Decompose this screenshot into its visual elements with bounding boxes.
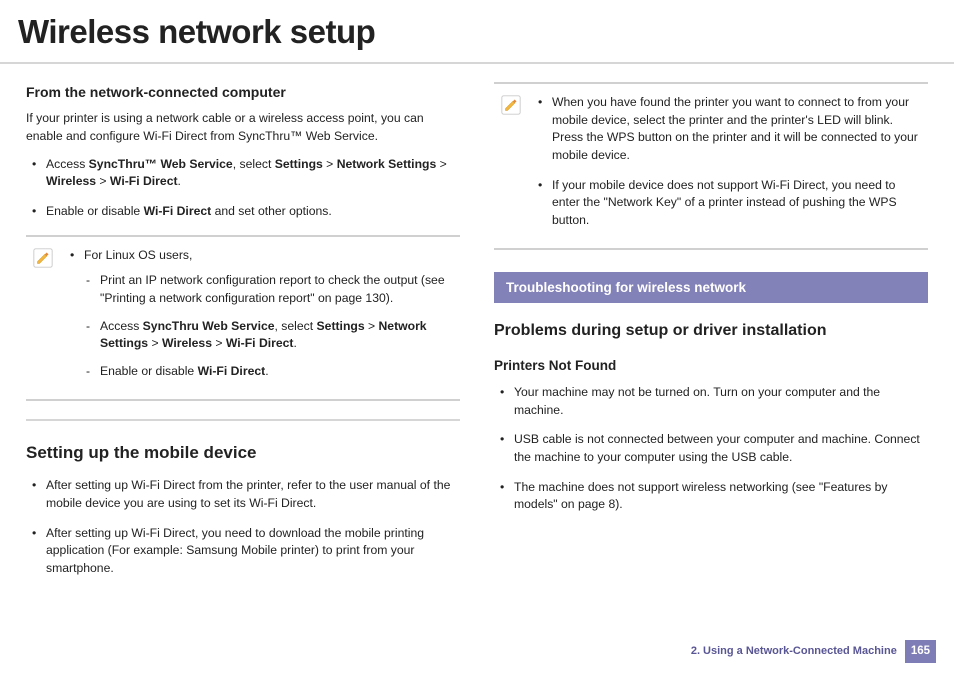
text: For Linux OS users, bbox=[84, 248, 192, 262]
pencil-note-icon bbox=[32, 247, 54, 269]
page-number: 165 bbox=[905, 640, 936, 663]
text: Access bbox=[100, 319, 143, 333]
text: Enable or disable bbox=[46, 204, 144, 218]
note-box-linux: For Linux OS users, Print an IP network … bbox=[26, 235, 460, 401]
text: > bbox=[436, 157, 447, 171]
list-item: When you have found the printer you want… bbox=[532, 94, 922, 165]
list-item: Access SyncThru™ Web Service, select Set… bbox=[26, 156, 460, 191]
text: > bbox=[365, 319, 379, 333]
text: , select bbox=[275, 319, 317, 333]
text-bold: Settings bbox=[275, 157, 323, 171]
list-item: Print an IP network configuration report… bbox=[84, 272, 454, 307]
problems-list: Your machine may not be turned on. Turn … bbox=[494, 384, 928, 514]
text: and set other options. bbox=[211, 204, 332, 218]
text: > bbox=[148, 336, 162, 350]
content-columns: From the network-connected computer If y… bbox=[0, 64, 954, 590]
list-item: The machine does not support wireless ne… bbox=[494, 479, 928, 514]
list-item: For Linux OS users, Print an IP network … bbox=[64, 247, 454, 381]
text: > bbox=[212, 336, 226, 350]
heading-printers-not-found: Printers Not Found bbox=[494, 356, 928, 376]
note-content: For Linux OS users, Print an IP network … bbox=[64, 247, 454, 393]
heading-problems: Problems during setup or driver installa… bbox=[494, 319, 928, 342]
text-bold: Wireless bbox=[46, 174, 96, 188]
text: > bbox=[323, 157, 337, 171]
steps-list: Access SyncThru™ Web Service, select Set… bbox=[26, 156, 460, 221]
list-item: USB cable is not connected between your … bbox=[494, 431, 928, 466]
right-column: When you have found the printer you want… bbox=[494, 82, 928, 590]
note-box-mobile: When you have found the printer you want… bbox=[494, 82, 928, 250]
list-item: After setting up Wi-Fi Direct, you need … bbox=[26, 525, 460, 578]
text: . bbox=[294, 336, 297, 350]
text-bold: Wi-Fi Direct bbox=[110, 174, 178, 188]
page-title: Wireless network setup bbox=[0, 0, 954, 64]
text: . bbox=[178, 174, 181, 188]
chapter-label: 2. Using a Network-Connected Machine bbox=[691, 644, 897, 660]
list-item: Access SyncThru Web Service, select Sett… bbox=[84, 318, 454, 353]
text-bold: Wireless bbox=[162, 336, 212, 350]
text-bold: Settings bbox=[317, 319, 365, 333]
page-footer: 2. Using a Network-Connected Machine 165 bbox=[691, 640, 936, 663]
text: Enable or disable bbox=[100, 364, 198, 378]
list-item: If your mobile device does not support W… bbox=[532, 177, 922, 230]
text-bold: Wi-Fi Direct bbox=[198, 364, 266, 378]
intro-paragraph: If your printer is using a network cable… bbox=[26, 110, 460, 145]
section-banner-troubleshooting: Troubleshooting for wireless network bbox=[494, 272, 928, 304]
text-bold: Wi-Fi Direct bbox=[144, 204, 212, 218]
text: Access bbox=[46, 157, 89, 171]
heading-from-computer: From the network-connected computer bbox=[26, 82, 460, 102]
heading-mobile-device: Setting up the mobile device bbox=[26, 419, 460, 466]
list-item: Enable or disable Wi-Fi Direct. bbox=[84, 363, 454, 381]
text: . bbox=[265, 364, 268, 378]
list-item: After setting up Wi-Fi Direct from the p… bbox=[26, 477, 460, 512]
text-bold: Wi-Fi Direct bbox=[226, 336, 294, 350]
text: , select bbox=[233, 157, 275, 171]
mobile-list: After setting up Wi-Fi Direct from the p… bbox=[26, 477, 460, 577]
note-content: When you have found the printer you want… bbox=[532, 94, 922, 242]
text-bold: SyncThru Web Service bbox=[143, 319, 275, 333]
list-item: Your machine may not be turned on. Turn … bbox=[494, 384, 928, 419]
text: > bbox=[96, 174, 110, 188]
text-bold: Network Settings bbox=[337, 157, 437, 171]
pencil-note-icon bbox=[500, 94, 522, 116]
list-item: Enable or disable Wi-Fi Direct and set o… bbox=[26, 203, 460, 221]
text-bold: SyncThru™ Web Service bbox=[89, 157, 233, 171]
left-column: From the network-connected computer If y… bbox=[26, 82, 460, 590]
